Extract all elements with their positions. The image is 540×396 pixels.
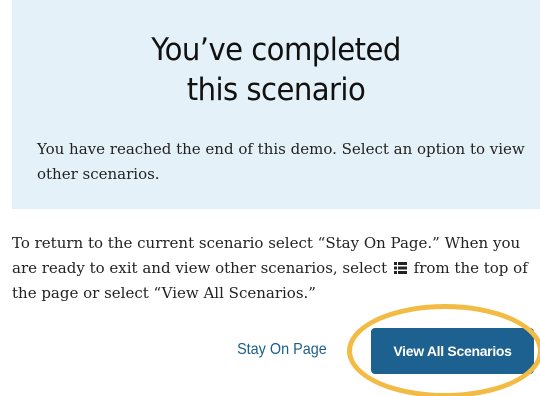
instructions-line-1: To return to the current scenario select… bbox=[12, 234, 521, 252]
instructions-line-3: the page or select “View All Scenarios.” bbox=[12, 284, 316, 302]
heading-line-1: You’ve completed bbox=[151, 32, 401, 68]
instructions-line-2: are ready to exit and view other scenari… bbox=[12, 256, 540, 281]
list-icon bbox=[393, 262, 407, 274]
completion-message: You have reached the end of this demo. S… bbox=[37, 140, 525, 183]
instructions-text: To return to the current scenario select… bbox=[12, 231, 540, 306]
scenario-complete-page: You’ve completed this scenario You have … bbox=[0, 0, 540, 396]
instructions-line-2-start: are ready to exit and view other scenari… bbox=[12, 259, 388, 277]
completion-heading: You’ve completed this scenario bbox=[28, 30, 524, 110]
heading-line-2: this scenario bbox=[186, 72, 366, 108]
instructions-line-2-end: from the top of bbox=[413, 259, 528, 277]
stay-on-page-link[interactable]: Stay On Page bbox=[236, 337, 328, 363]
view-all-scenarios-button[interactable]: View All Scenarios bbox=[371, 328, 534, 374]
